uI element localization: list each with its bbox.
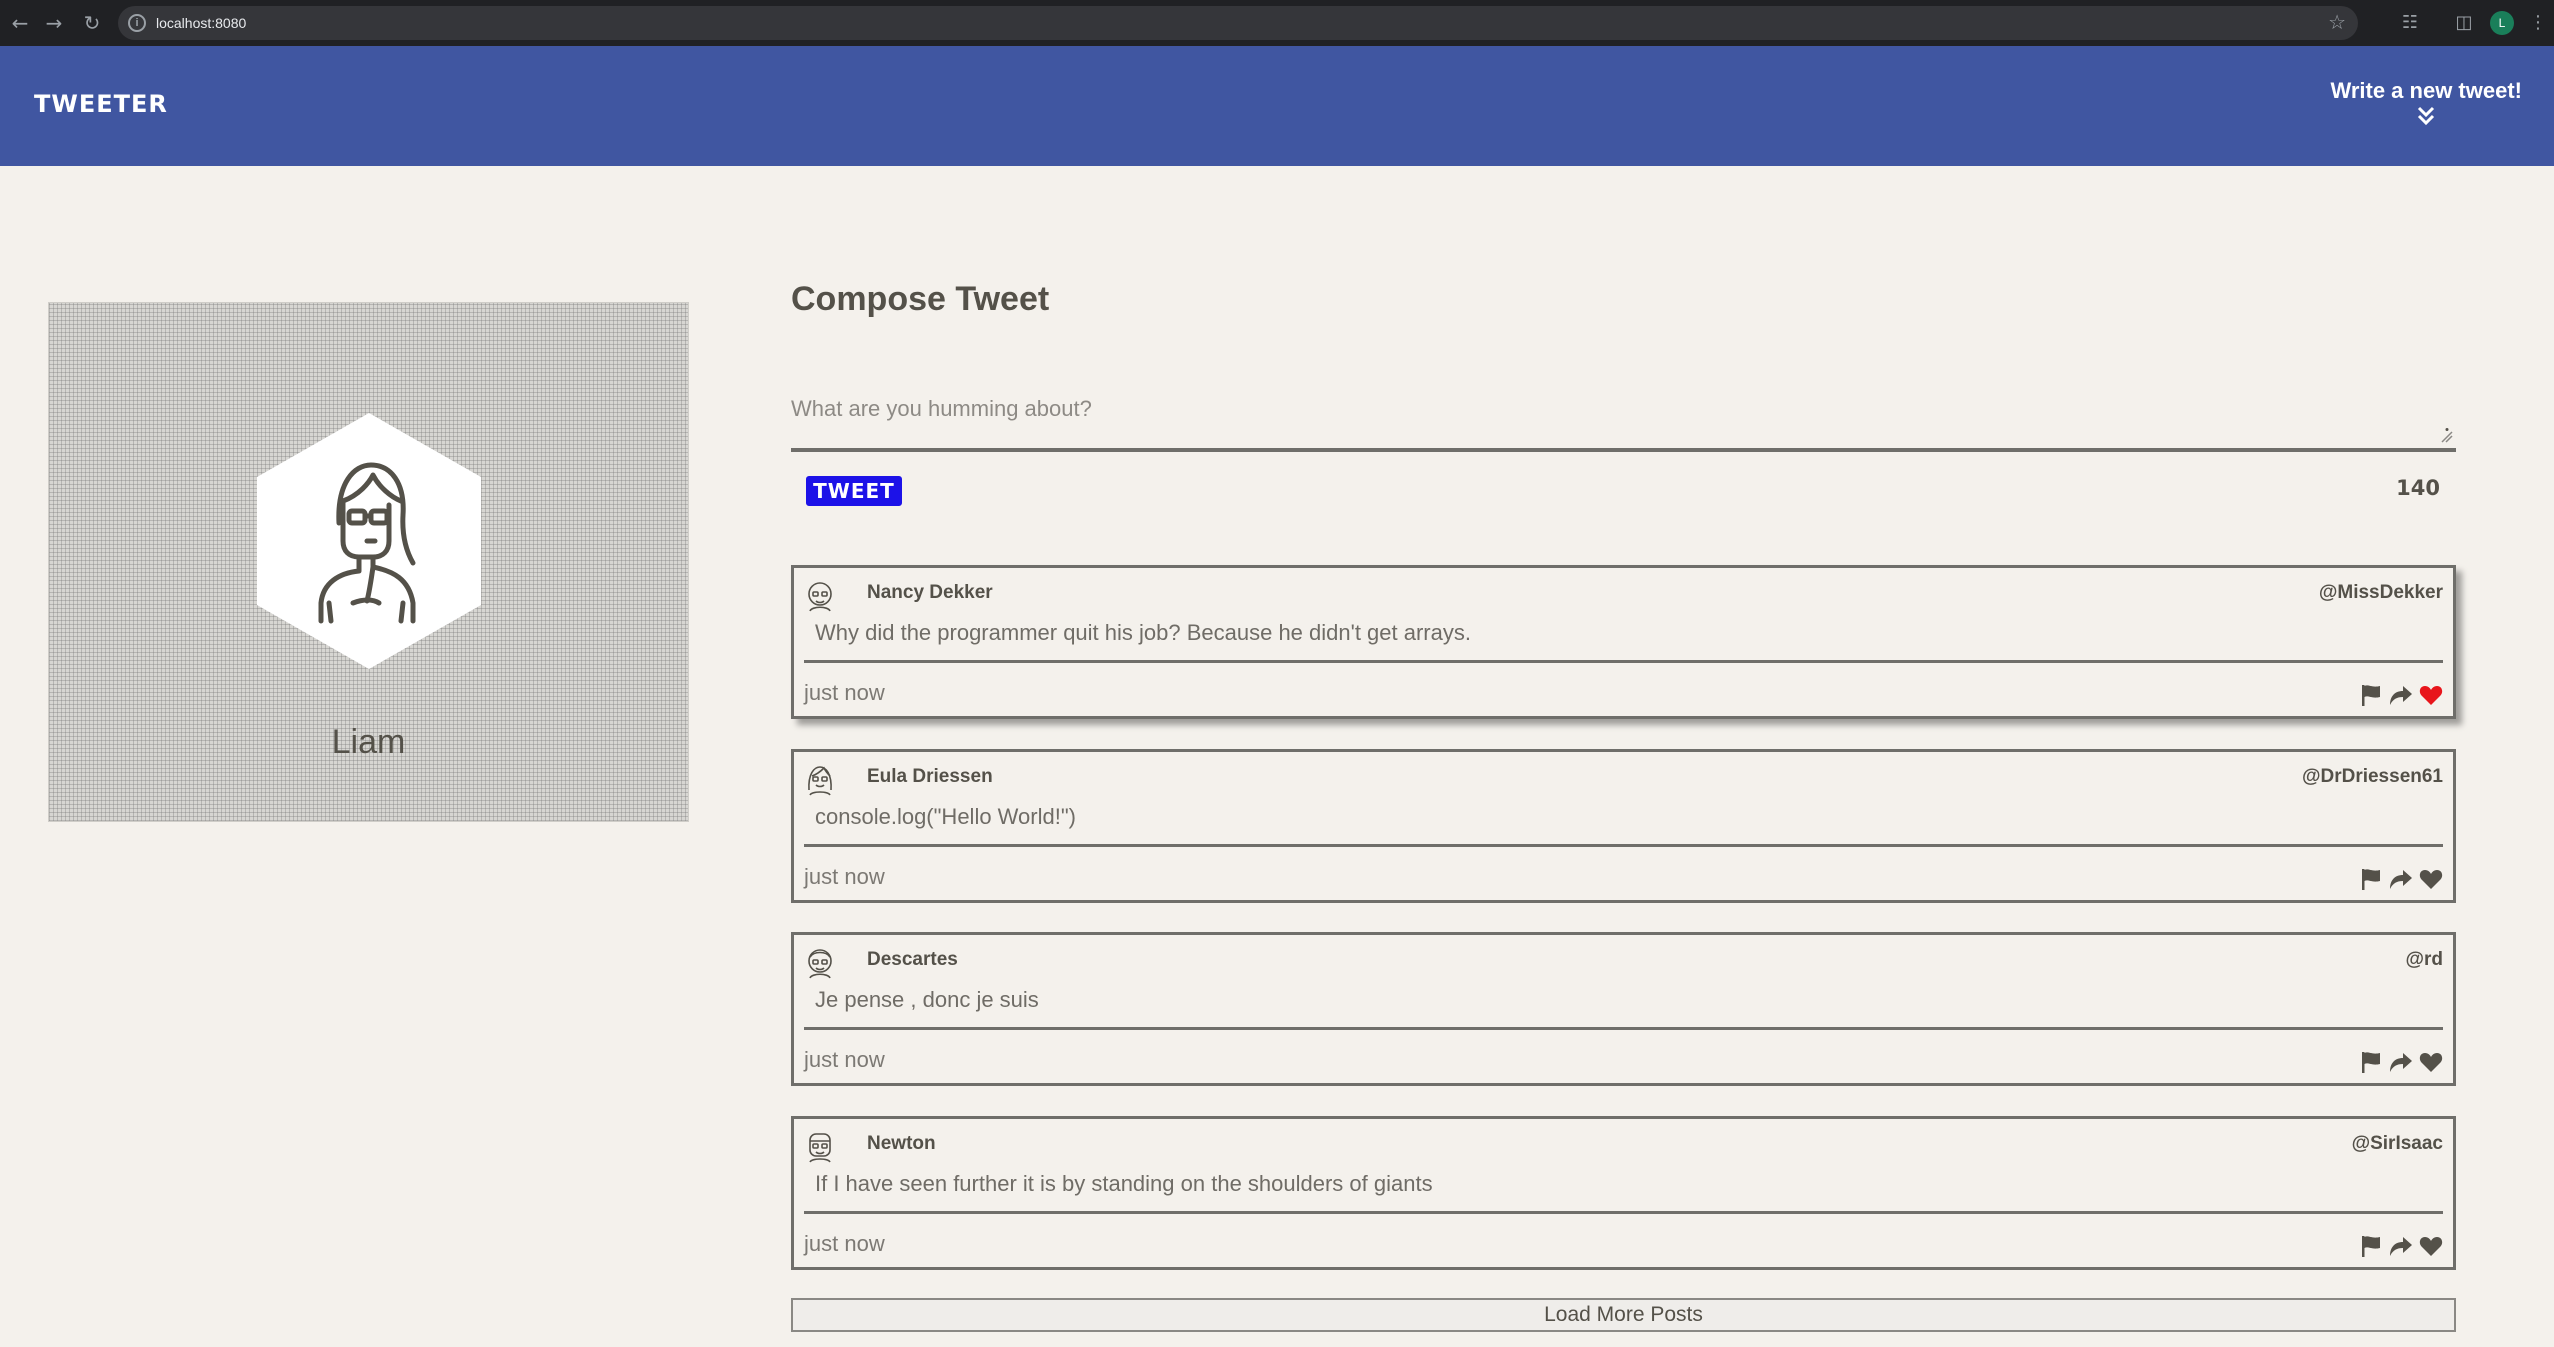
- heart-icon[interactable]: [2419, 867, 2443, 891]
- tweet-author-handle: @rd: [2405, 949, 2443, 970]
- tweet-card: Descartes @rd Je pense , donc je suis ju…: [791, 932, 2456, 1086]
- retweet-icon[interactable]: [2389, 867, 2413, 891]
- tweet-button[interactable]: TWEET: [806, 476, 902, 506]
- tweet-content: Je pense , donc je suis: [815, 987, 1039, 1012]
- tweet-timestamp: just now: [804, 1231, 885, 1256]
- char-counter: 140: [2396, 476, 2440, 500]
- divider: [804, 844, 2443, 847]
- tweet-timestamp: just now: [804, 864, 885, 889]
- heart-icon[interactable]: [2419, 683, 2443, 707]
- avatar-hexagon: [257, 413, 481, 669]
- flag-icon[interactable]: [2359, 1050, 2383, 1074]
- retweet-icon[interactable]: [2389, 1234, 2413, 1258]
- divider: [804, 1027, 2443, 1030]
- menu-icon[interactable]: ⋮: [2526, 11, 2550, 35]
- avatar-icon: [318, 462, 416, 624]
- double-chevron-down-icon: [2418, 106, 2435, 126]
- avatar-icon: [808, 949, 832, 979]
- address-bar[interactable]: i localhost:8080 ☆: [118, 6, 2358, 40]
- tweet-author-name: Eula Driessen: [867, 766, 993, 787]
- profile-avatar[interactable]: L: [2490, 11, 2514, 35]
- app-header: TWEETER Write a new tweet!: [0, 46, 2554, 166]
- side-panel-icon[interactable]: ◫: [2452, 11, 2476, 35]
- divider: [804, 660, 2443, 663]
- profile-card: Liam: [48, 302, 689, 822]
- write-new-tweet-toggle[interactable]: Write a new tweet!: [2330, 78, 2522, 126]
- tweet-author-handle: @SirIsaac: [2351, 1133, 2443, 1154]
- tweet-card: Eula Driessen @DrDriessen61 console.log(…: [791, 749, 2456, 903]
- flag-icon[interactable]: [2359, 1234, 2383, 1258]
- forward-icon[interactable]: →: [42, 11, 66, 35]
- tweet-timestamp: just now: [804, 1047, 885, 1072]
- brand-logo[interactable]: TWEETER: [34, 90, 168, 118]
- tweet-content: Why did the programmer quit his job? Bec…: [815, 620, 1471, 645]
- tweet-content: If I have seen further it is by standing…: [815, 1171, 1433, 1196]
- heart-icon[interactable]: [2419, 1234, 2443, 1258]
- tweet-author-name: Nancy Dekker: [867, 582, 993, 603]
- tweet-card: Newton @SirIsaac If I have seen further …: [791, 1116, 2456, 1270]
- tweet-input[interactable]: [791, 388, 2456, 452]
- tweet-actions: [2359, 682, 2443, 708]
- profile-name: Liam: [331, 723, 406, 761]
- resize-handle-icon[interactable]: [2440, 428, 2454, 444]
- tweet-author-handle: @DrDriessen61: [2301, 766, 2443, 787]
- tweet-content: console.log("Hello World!"): [815, 804, 1076, 829]
- tweet-author-name: Newton: [867, 1133, 936, 1154]
- load-more-button[interactable]: Load More Posts: [791, 1298, 2456, 1332]
- avatar-icon: [809, 1133, 831, 1163]
- bookmark-star-icon[interactable]: ☆: [2328, 10, 2346, 34]
- avatar-icon: [808, 766, 832, 796]
- flag-icon[interactable]: [2359, 683, 2383, 707]
- tweet-timestamp: just now: [804, 680, 885, 705]
- url-text: localhost:8080: [156, 15, 247, 31]
- browser-chrome: ← → ↻ i localhost:8080 ☆ ☷ ◫ L ⋮: [0, 0, 2554, 46]
- retweet-icon[interactable]: [2389, 1050, 2413, 1074]
- tweet-author-name: Descartes: [867, 949, 958, 970]
- avatar-icon: [808, 582, 832, 612]
- tweet-author-handle: @MissDekker: [2318, 582, 2443, 603]
- tweet-actions: [2359, 1233, 2443, 1259]
- divider: [804, 1211, 2443, 1214]
- extensions-icon[interactable]: ☷: [2398, 11, 2422, 35]
- tweet-actions: [2359, 1049, 2443, 1075]
- write-new-label: Write a new tweet!: [2330, 78, 2522, 103]
- compose-title: Compose Tweet: [791, 280, 1050, 318]
- tweet-card: Nancy Dekker @MissDekker Why did the pro…: [791, 565, 2456, 719]
- site-info-icon[interactable]: i: [128, 14, 146, 32]
- back-icon[interactable]: ←: [8, 11, 32, 35]
- heart-icon[interactable]: [2419, 1050, 2443, 1074]
- reload-icon[interactable]: ↻: [80, 11, 104, 35]
- retweet-icon[interactable]: [2389, 683, 2413, 707]
- flag-icon[interactable]: [2359, 867, 2383, 891]
- tweet-actions: [2359, 866, 2443, 892]
